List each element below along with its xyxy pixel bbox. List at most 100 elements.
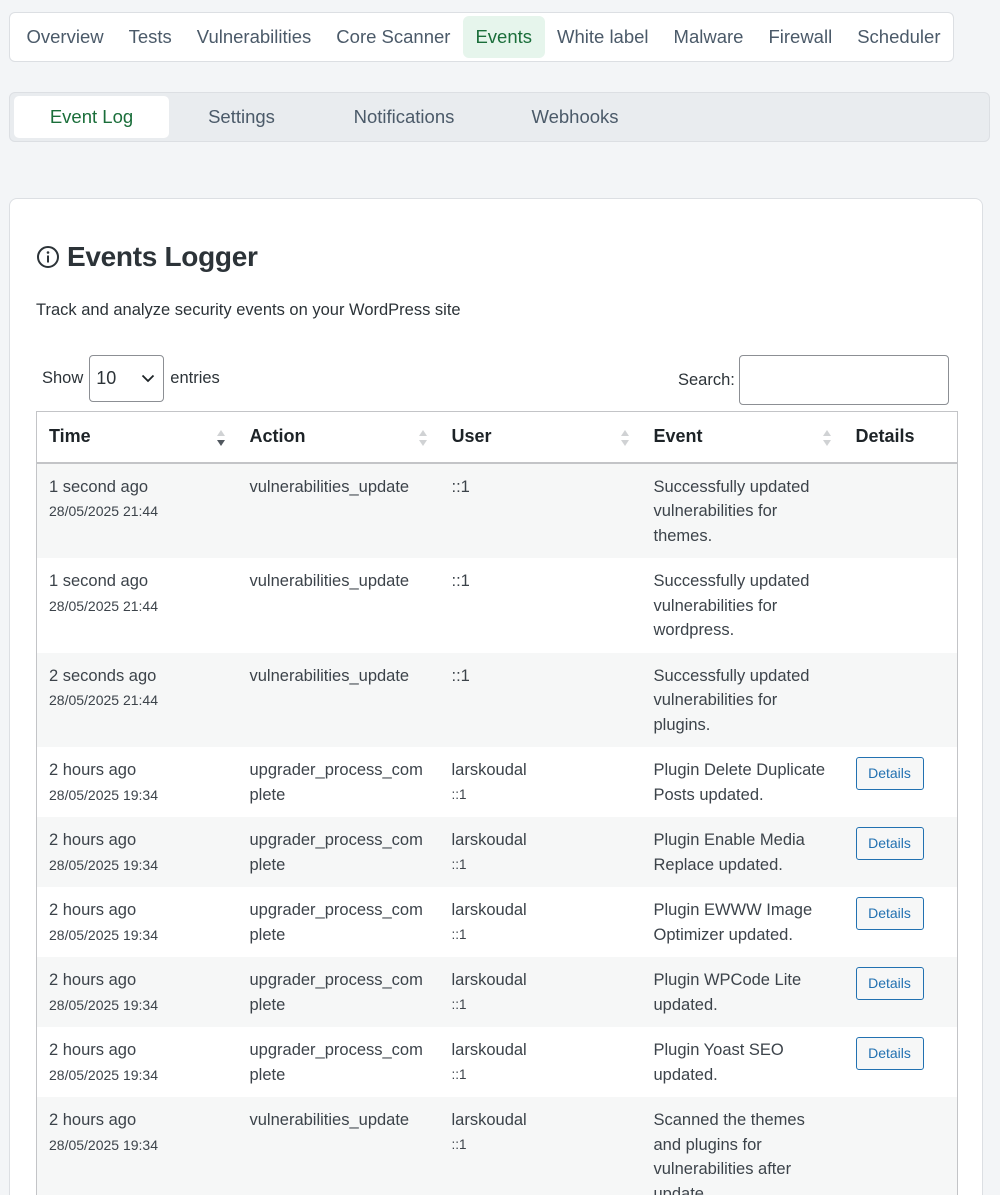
column-header-time[interactable]: Time bbox=[36, 411, 238, 464]
tab-white-label[interactable]: White label bbox=[545, 16, 662, 58]
table-header-row: Time Action User Event Details bbox=[36, 411, 958, 464]
events-logger-card: Events Logger Track and analyze security… bbox=[9, 198, 983, 1195]
event-description: Successfully updated vulnerabilities for… bbox=[653, 572, 810, 639]
cell-time: 2 hours ago 28/05/2025 19:34 bbox=[36, 747, 238, 817]
column-label: User bbox=[451, 426, 492, 447]
tab-firewall[interactable]: Firewall bbox=[756, 16, 845, 58]
cell-action: vulnerabilities_update bbox=[237, 1097, 440, 1195]
event-description: Successfully updated vulnerabilities for… bbox=[653, 666, 810, 734]
table-row: 2 hours ago 28/05/2025 19:34 vulnerabiliti… bbox=[36, 1097, 958, 1195]
cell-time: 2 seconds ago 28/05/2025 21:44 bbox=[36, 652, 238, 747]
sort-desc-icon bbox=[216, 430, 225, 446]
action-name: vulnerabilities_update bbox=[249, 666, 410, 685]
details-button[interactable]: Details bbox=[855, 897, 924, 930]
relative-time: 2 hours ago bbox=[49, 831, 137, 849]
user-name: larskoudal bbox=[451, 901, 527, 919]
table-row: 2 hours ago 28/05/2025 19:34 upgrader_proc… bbox=[36, 747, 958, 817]
user-name: ::1 bbox=[451, 666, 470, 685]
relative-time: 2 seconds ago bbox=[49, 666, 157, 685]
details-button[interactable]: Details bbox=[855, 757, 924, 790]
column-header-user[interactable]: User bbox=[439, 411, 642, 464]
event-description: Plugin EWWW Image Optimizer updated. bbox=[653, 901, 813, 944]
subtab-webhooks[interactable]: Webhooks bbox=[494, 96, 656, 138]
cell-user: larskoudal::1 bbox=[439, 887, 642, 957]
cell-details bbox=[843, 1097, 958, 1195]
action-name: upgrader_process_complete bbox=[249, 971, 423, 1014]
subtab-event-log[interactable]: Event Log bbox=[14, 96, 169, 138]
cell-time: 2 hours ago 28/05/2025 19:34 bbox=[36, 1097, 238, 1195]
search-input[interactable] bbox=[738, 355, 949, 405]
action-name: upgrader_process_complete bbox=[249, 1041, 423, 1084]
user-name: larskoudal bbox=[451, 1041, 527, 1059]
cell-action: upgrader_process_complete bbox=[237, 957, 440, 1027]
column-header-details: Details bbox=[843, 411, 958, 464]
cell-time: 2 hours ago 28/05/2025 19:34 bbox=[36, 1027, 238, 1097]
timestamp: 28/05/2025 21:44 bbox=[49, 503, 158, 519]
cell-event: Successfully updated vulnerabilities for… bbox=[641, 462, 844, 558]
details-button[interactable]: Details bbox=[855, 967, 924, 1000]
cell-details bbox=[843, 462, 958, 558]
events-table: Time Action User Event Details 1 second … bbox=[36, 411, 958, 1195]
action-name: vulnerabilities_update bbox=[249, 477, 410, 496]
cell-time: 2 hours ago 28/05/2025 19:34 bbox=[36, 957, 238, 1027]
subtab-notifications[interactable]: Notifications bbox=[314, 96, 494, 138]
column-header-action[interactable]: Action bbox=[237, 411, 440, 464]
event-description: Successfully updated vulnerabilities for… bbox=[653, 477, 810, 545]
cell-event: Scanned the themes and plugins for vulne… bbox=[641, 1097, 844, 1195]
user-ip: ::1 bbox=[451, 1066, 467, 1082]
cell-details: Details bbox=[843, 747, 958, 817]
tab-overview[interactable]: Overview bbox=[14, 16, 116, 58]
table-row: 2 hours ago 28/05/2025 19:34 upgrader_proc… bbox=[36, 1027, 958, 1097]
top-nav: Overview Tests Vulnerabilities Core Scan… bbox=[9, 12, 954, 62]
sort-icon bbox=[822, 430, 831, 446]
column-header-event[interactable]: Event bbox=[641, 411, 844, 464]
user-name: larskoudal bbox=[451, 761, 527, 779]
tab-core-scanner[interactable]: Core Scanner bbox=[324, 16, 463, 58]
action-name: vulnerabilities_update bbox=[249, 572, 410, 590]
event-description: Plugin Enable Media Replace updated. bbox=[653, 831, 805, 874]
timestamp: 28/05/2025 19:34 bbox=[49, 996, 158, 1013]
event-description: Scanned the themes and plugins for vulne… bbox=[653, 1111, 805, 1195]
user-ip: ::1 bbox=[451, 996, 467, 1012]
user-ip: ::1 bbox=[451, 856, 467, 872]
sort-icon bbox=[418, 430, 427, 446]
cell-action: upgrader_process_complete bbox=[237, 817, 440, 887]
cell-event: Successfully updated vulnerabilities for… bbox=[641, 652, 844, 747]
cell-time: 1 second ago 28/05/2025 21:44 bbox=[36, 462, 238, 558]
show-label: Show bbox=[42, 369, 84, 387]
user-name: larskoudal bbox=[451, 1111, 527, 1129]
cell-time: 2 hours ago 28/05/2025 19:34 bbox=[36, 817, 238, 887]
table-row: 2 hours ago 28/05/2025 19:34 upgrader_proc… bbox=[36, 817, 958, 887]
cell-details: Details bbox=[843, 1027, 958, 1097]
details-button[interactable]: Details bbox=[855, 1037, 924, 1070]
tab-vulnerabilities[interactable]: Vulnerabilities bbox=[184, 16, 324, 58]
action-name: vulnerabilities_update bbox=[249, 1111, 410, 1129]
relative-time: 2 hours ago bbox=[49, 971, 137, 989]
tab-tests[interactable]: Tests bbox=[116, 16, 184, 58]
tab-malware[interactable]: Malware bbox=[661, 16, 756, 58]
cell-user: larskoudal::1 bbox=[439, 1097, 642, 1195]
entries-select[interactable]: 10 bbox=[89, 355, 165, 402]
search-label: Search: bbox=[678, 370, 735, 389]
subtab-settings[interactable]: Settings bbox=[169, 96, 314, 138]
cell-action: upgrader_process_complete bbox=[237, 1027, 440, 1097]
cell-action: upgrader_process_complete bbox=[237, 887, 440, 957]
info-circle-icon bbox=[36, 245, 60, 269]
entries-label: entries bbox=[170, 369, 220, 387]
user-name: larskoudal bbox=[451, 971, 527, 989]
tab-scheduler[interactable]: Scheduler bbox=[845, 16, 953, 58]
timestamp: 28/05/2025 19:34 bbox=[49, 1066, 158, 1083]
sort-icon bbox=[620, 430, 629, 446]
cell-user: ::1 bbox=[439, 462, 642, 558]
event-description: Plugin Yoast SEO updated. bbox=[653, 1041, 784, 1084]
cell-event: Plugin Enable Media Replace updated. bbox=[641, 817, 844, 887]
tab-events[interactable]: Events bbox=[462, 16, 545, 58]
cell-time: 1 second ago 28/05/2025 21:44 bbox=[36, 558, 238, 653]
details-button[interactable]: Details bbox=[855, 827, 924, 860]
table-row: 2 seconds ago 28/05/2025 21:44 vulnerabili… bbox=[36, 652, 958, 747]
relative-time: 1 second ago bbox=[49, 477, 149, 496]
cell-details bbox=[843, 652, 958, 747]
user-ip: ::1 bbox=[451, 786, 467, 802]
timestamp: 28/05/2025 19:34 bbox=[49, 1136, 158, 1153]
timestamp: 28/05/2025 21:44 bbox=[49, 692, 158, 708]
